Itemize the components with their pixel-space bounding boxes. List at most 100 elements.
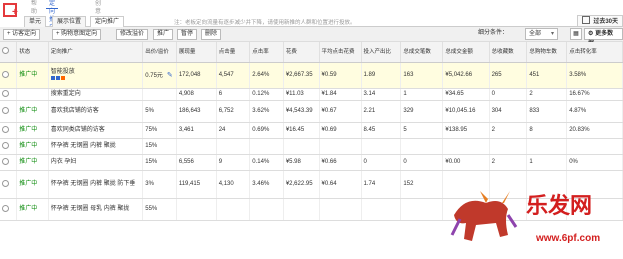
promote-button[interactable]: 推广 [153,29,174,40]
row-bid[interactable]: 3% [142,170,177,199]
row-cost-value: ¥11.03 [285,91,304,97]
row-orders-value: 152 [403,181,414,187]
row-cvr-value: 0% [569,159,578,165]
row-checkbox[interactable] [2,179,9,187]
row-bid[interactable] [142,88,177,101]
row-name[interactable]: 喜欢同类店铺的访客 [48,122,144,139]
more-data-button[interactable]: ⚙ 更多数据 [584,28,623,47]
col-bid[interactable]: 出价/溢价 [142,42,177,63]
row-checkbox[interactable] [2,70,9,78]
row-cart: 2 [526,88,568,101]
row-impr-value: 186,643 [178,108,201,114]
col-cpc[interactable]: 平均点击花费 [319,42,362,63]
row-orders: 1 [400,88,444,101]
row-cvr: 4.87% [566,100,623,123]
table-row[interactable]: 推广中 怀孕裤 无钢圈 内裤 聚拢 15% [0,138,623,155]
tab-placement[interactable]: 展示位置 [52,16,87,27]
add-shopping-intent-button[interactable]: + 购物意图定向 [52,29,102,40]
col-cvr[interactable]: 点击转化率 [566,42,623,63]
row-cost: ¥16.45 [283,122,320,139]
row-cost-value: ¥2,622.95 [285,181,313,187]
row-name[interactable]: 内衣 孕妇 [48,154,144,171]
row-name[interactable]: 搜索重定向 [48,88,144,101]
col-ctr[interactable]: 点击率 [249,42,284,63]
row-orders [400,198,444,221]
table-row[interactable]: 推广中 喜欢同类店铺的访客 75% 3,461 24 0.69% ¥16.45 ¥0.69 8.… [0,122,623,139]
filter-select[interactable]: 全部 ▾ [525,28,559,40]
row-select[interactable] [0,138,18,155]
row-cost-value: ¥2,667.35 [285,72,313,78]
row-gmv: ¥10,045.16 [442,100,490,123]
col-favorites[interactable]: 总收藏数 [489,42,528,63]
row-checkbox[interactable] [2,141,9,149]
pause-button[interactable]: 暂停 [177,29,198,40]
row-cost-value: ¥5.98 [285,159,301,165]
row-clicks [216,138,251,155]
row-select[interactable] [0,170,18,199]
row-name[interactable]: 喜欢我店铺的访客 [48,100,144,123]
row-checkbox[interactable] [2,125,9,133]
delete-button[interactable]: 删除 [201,29,222,40]
row-cost: ¥4,543.39 [283,100,320,123]
col-clicks[interactable]: 点击量 [216,42,251,63]
row-name[interactable]: 怀孕裤 无钢圈 内裤 聚拢 防下垂 [48,170,144,199]
col-status: 状态 [16,42,49,63]
col-impressions[interactable]: 展现量 [176,42,217,63]
row-select[interactable] [0,198,18,221]
table-row[interactable]: 推广中 智能投放 0.75元 ✎ 172,048 4,547 2.64% ¥2,667.35 ¥… [0,62,623,89]
row-clicks: 24 [216,122,251,139]
chart-toggle-icon[interactable]: ▦ [570,28,582,40]
tab-unit[interactable]: 单元 [24,16,47,27]
row-select[interactable] [0,100,18,123]
col-cost[interactable]: 花费 [283,42,320,63]
row-bid[interactable]: 5% [142,100,177,123]
row-bid[interactable]: 15% [142,154,177,171]
row-fav [489,138,528,155]
row-checkbox[interactable] [2,106,9,114]
top-tab-targeting[interactable]: 定向推广 [46,0,59,31]
top-tab-help[interactable]: 帮助 [28,0,40,15]
row-name[interactable]: 智能投放 [48,62,144,89]
row-cost [283,138,320,155]
col-cart[interactable]: 总购物车数 [526,42,568,63]
row-orders: 152 [400,170,444,199]
row-checkbox[interactable] [2,204,9,212]
row-bid[interactable]: 15% [142,138,177,155]
row-bid[interactable]: 55% [142,198,177,221]
add-visitor-targeting-button[interactable]: + 访客定向 [3,29,41,40]
row-select[interactable] [0,62,18,89]
row-fav: 2 [489,122,528,139]
row-bid[interactable]: 75% [142,122,177,139]
row-name[interactable]: 怀孕裤 无钢圈 母乳 内裤 聚拢 [48,198,144,221]
row-name-text: 智能投放 [50,68,75,75]
row-select[interactable] [0,154,18,171]
row-select[interactable] [0,88,18,101]
gear-icon: ⚙ [588,31,594,37]
row-clicks: 6,752 [216,100,251,123]
edit-bid-button[interactable]: 修改溢价 [116,29,149,40]
date-range-selector[interactable]: 过去30天 [577,15,623,27]
row-fav-value: 265 [491,72,502,78]
row-name[interactable]: 怀孕裤 无钢圈 内裤 聚拢 [48,138,144,155]
top-tab-creative[interactable]: 创意 [92,0,104,15]
row-bid[interactable]: 0.75元 ✎ [142,62,177,89]
row-cart-value: 833 [529,108,540,114]
row-cost [283,198,320,221]
pencil-icon[interactable]: ✎ [167,72,173,79]
col-orders[interactable]: 总成交笔数 [400,42,444,63]
table-row[interactable]: 搜索重定向 4,908 6 0.12% ¥11.03 ¥1.84 3.14 1 ¥34.65 0 2… [0,88,623,101]
col-select[interactable] [0,42,18,63]
row-cart-value: 451 [529,72,540,78]
row-orders-value: 5 [403,127,407,133]
row-checkbox[interactable] [2,89,9,97]
row-roi: 0 [361,154,402,171]
row-select[interactable] [0,122,18,139]
row-orders: 0 [400,154,444,171]
col-roi[interactable]: 投入产出比 [361,42,402,63]
col-gmv[interactable]: 总成交金额 [442,42,490,63]
row-checkbox[interactable] [2,157,9,165]
table-row[interactable]: 推广中 内衣 孕妇 15% 6,556 9 0.14% ¥5.98 ¥0.66 0 0 ¥0.00 2… [0,154,623,171]
table-row[interactable]: 推广中 喜欢我店铺的访客 5% 186,643 6,752 3.62% ¥4,543.39 ¥… [0,100,623,123]
select-all-checkbox[interactable] [2,47,9,54]
row-cpc-value: ¥0.64 [321,181,337,187]
